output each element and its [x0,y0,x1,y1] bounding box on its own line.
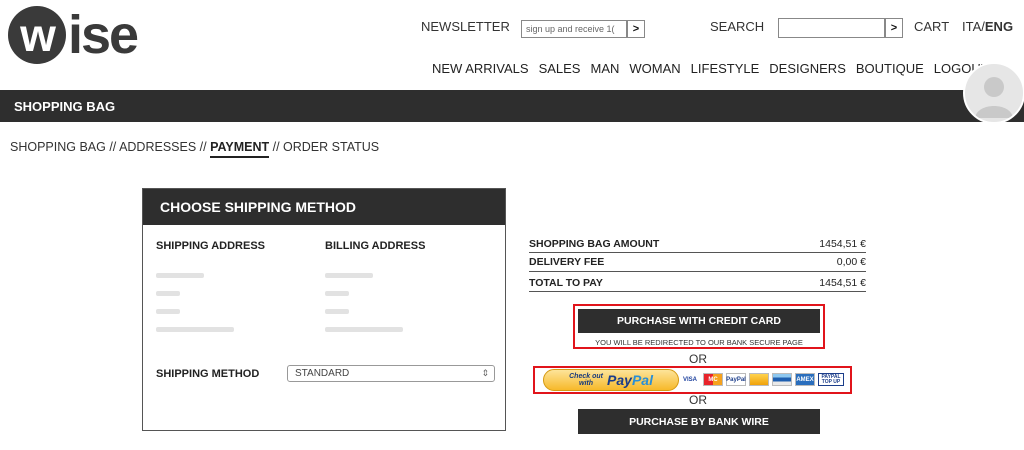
or-separator: OR [689,393,707,407]
breadcrumb-separator: // [105,140,120,154]
breadcrumb-payment: PAYMENT [210,140,270,158]
nav-new-arrivals[interactable]: NEW ARRIVALS [432,61,529,76]
user-silhouette-icon [975,77,1013,118]
user-avatar[interactable] [963,62,1024,124]
purchase-credit-card-button[interactable]: PURCHASE WITH CREDIT CARD [578,309,820,333]
paypal-checkout-button[interactable]: Check out with PayPal [543,369,679,391]
shipping-address-line [156,309,180,314]
shipping-method-label: SHIPPING METHOD [156,368,260,380]
bank-redirect-note: YOU WILL BE REDIRECTED TO OUR BANK SECUR… [595,338,803,347]
delivery-fee-label: DELIVERY FEE [529,256,605,268]
summary-divider [529,252,866,253]
shipping-address-label: SHIPPING ADDRESS [156,240,266,252]
shipping-method-value: STANDARD [295,368,350,379]
breadcrumb-separator: // [196,140,211,154]
wise-logo[interactable]: w ise [8,2,139,68]
or-separator: OR [689,352,707,366]
paypal-card-icon: PayPal [726,373,746,386]
total-label: TOTAL TO PAY [529,277,603,289]
checkout-breadcrumb: SHOPPING BAG // ADDRESSES // PAYMENT // … [10,140,380,158]
paypal-topup-icon: PAYPAL TOP UP [818,373,844,386]
nav-boutique[interactable]: BOUTIQUE [856,61,924,76]
shipping-address-line [156,273,204,278]
summary-divider [529,291,866,292]
paypal-logo-pal: Pal [631,372,653,388]
total-value: 1454,51 € [819,277,866,289]
breadcrumb-separator: // [269,140,284,154]
lang-ita-link[interactable]: ITA [962,19,981,34]
bag-amount-label: SHOPPING BAG AMOUNT [529,238,660,250]
nav-sales[interactable]: SALES [539,61,581,76]
shipping-panel-header: CHOOSE SHIPPING METHOD [143,189,505,225]
billing-address-line [325,327,403,332]
summary-divider [529,271,866,272]
delivery-fee-value: 0,00 € [836,256,866,268]
paypal-checkout-text: Check out with [569,373,603,387]
shipping-address-line [156,291,180,296]
shipping-address-line [156,327,234,332]
billing-address-label: BILLING ADDRESS [325,240,426,252]
logo-text: ise [68,5,139,65]
bag-amount-value: 1454,51 € [819,238,866,250]
amex-card-icon: AMEX [795,373,815,386]
page-title-bar: SHOPPING BAG [0,90,1024,122]
search-label: SEARCH [710,19,765,34]
search-submit-button[interactable]: > [885,18,903,38]
page-title: SHOPPING BAG [14,99,116,114]
visa-card-icon: VISA [680,373,700,386]
newsletter-input[interactable]: sign up and receive 1( [521,20,627,38]
newsletter-label: NEWSLETTER [421,19,510,34]
nav-man[interactable]: MAN [590,61,619,76]
breadcrumb-order-status: ORDER STATUS [283,140,380,154]
nav-designers[interactable]: DESIGNERS [769,61,846,76]
breadcrumb-addresses[interactable]: ADDRESSES [119,140,196,154]
billing-address-line [325,273,373,278]
breadcrumb-shopping-bag[interactable]: SHOPPING BAG [10,140,106,154]
paypal-logo: PayPal [607,372,653,388]
lang-switch: ITA/ENG [962,19,1013,34]
shipping-method-select[interactable]: STANDARD ⇕ [287,365,495,382]
search-input[interactable] [778,18,885,38]
billing-address-line [325,291,349,296]
card-icon [749,373,769,386]
nav-woman[interactable]: WOMAN [629,61,680,76]
billing-address-line [325,309,349,314]
cart-link[interactable]: CART [914,19,949,34]
shipping-panel-title: CHOOSE SHIPPING METHOD [160,199,357,215]
accepted-cards-row: VISA MC PayPal AMEX PAYPAL TOP UP [680,373,844,386]
paypal-logo-pay: Pay [607,372,632,388]
newsletter-submit-button[interactable]: > [627,20,645,38]
main-nav: NEW ARRIVALS SALES MAN WOMAN LIFESTYLE D… [432,61,989,76]
mastercard-icon: MC [703,373,723,386]
select-arrows-icon: ⇕ [481,368,489,378]
shipping-method-panel: CHOOSE SHIPPING METHOD SHIPPING ADDRESS … [142,188,506,431]
purchase-bank-wire-button[interactable]: PURCHASE BY BANK WIRE [578,409,820,434]
logo-w-mark: w [8,6,66,64]
lang-eng-link[interactable]: ENG [985,19,1013,34]
nav-lifestyle[interactable]: LIFESTYLE [691,61,760,76]
card-icon [772,373,792,386]
